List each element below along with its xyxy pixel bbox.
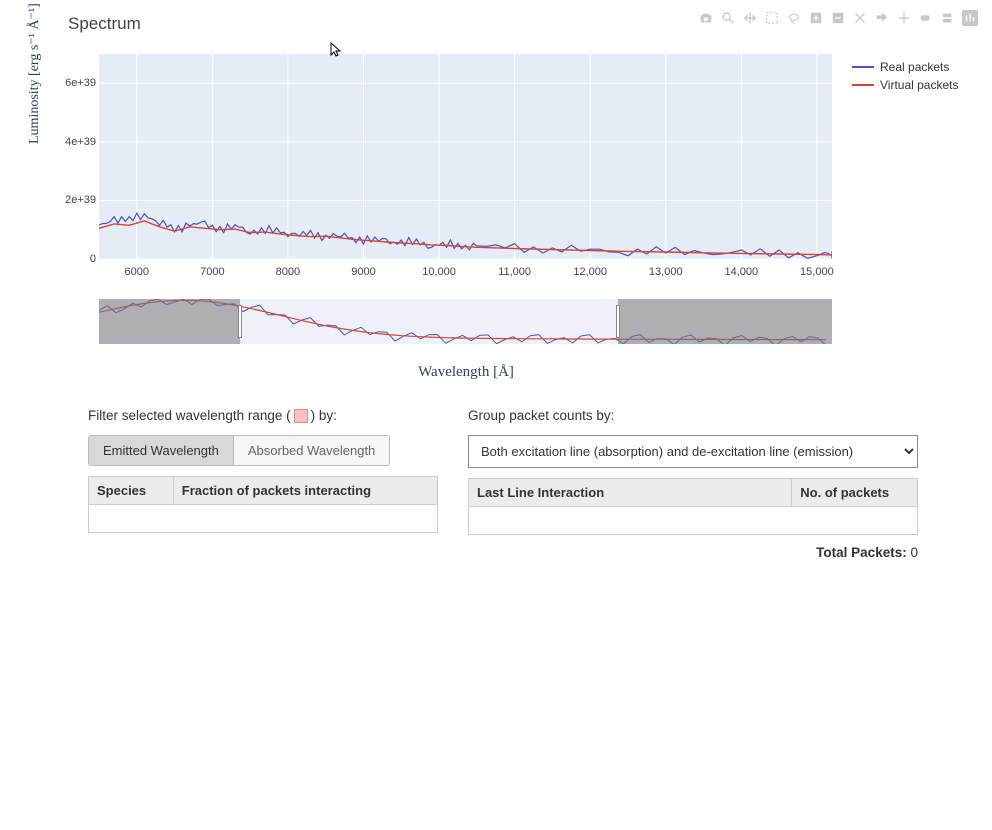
species-table: Species Fraction of packets interacting xyxy=(88,476,438,533)
controls-row: Filter selected wavelength range ( ) by:… xyxy=(88,408,918,560)
range-handle-right[interactable] xyxy=(616,305,620,338)
range-mask-left xyxy=(99,299,240,344)
group-by-select[interactable]: Both excitation line (absorption) and de… xyxy=(468,435,918,468)
plotly-logo-icon[interactable] xyxy=(962,10,978,26)
toggle-absorbed[interactable]: Absorbed Wavelength xyxy=(233,436,389,465)
legend-label-virtual: Virtual packets xyxy=(880,78,959,92)
legend-label-real: Real packets xyxy=(880,60,949,74)
species-col-header: Species xyxy=(89,477,174,505)
total-label: Total Packets: xyxy=(816,545,907,560)
x-tick-label: 13,000 xyxy=(649,266,683,278)
hover-closest-icon[interactable] xyxy=(918,10,934,26)
lasso-icon[interactable] xyxy=(786,10,802,26)
plot-area[interactable] xyxy=(99,54,832,259)
toggle-emitted[interactable]: Emitted Wavelength xyxy=(89,436,233,465)
range-handle-left[interactable] xyxy=(238,305,242,338)
y-tick-label: 0 xyxy=(60,253,96,265)
plot-toolbar xyxy=(698,10,978,26)
series-lines xyxy=(99,54,832,259)
x-tick-label: 10,000 xyxy=(422,266,456,278)
legend-swatch-real xyxy=(852,66,874,68)
pan-icon[interactable] xyxy=(742,10,758,26)
packets-empty-row xyxy=(469,507,918,535)
x-tick-label: 8000 xyxy=(276,266,300,278)
zoom-icon[interactable] xyxy=(720,10,736,26)
x-tick-label: 11,000 xyxy=(498,266,531,278)
spike-lines-icon[interactable] xyxy=(896,10,912,26)
y-axis-label: Luminosity [erg s⁻¹ Å⁻¹] xyxy=(26,3,43,144)
autoscale-icon[interactable] xyxy=(852,10,868,26)
x-tick-label: 9000 xyxy=(351,266,375,278)
last-line-col-header: Last Line Interaction xyxy=(469,479,792,507)
x-tick-label: 7000 xyxy=(200,266,224,278)
hover-compare-icon[interactable] xyxy=(940,10,956,26)
camera-icon[interactable] xyxy=(698,10,714,26)
x-tick-label: 14,000 xyxy=(724,266,758,278)
y-tick-label: 4e+39 xyxy=(60,136,96,148)
species-empty-row xyxy=(89,505,438,533)
zoom-out-icon[interactable] xyxy=(830,10,846,26)
y-tick-label: 2e+39 xyxy=(60,194,96,206)
group-label: Group packet counts by: xyxy=(468,408,918,423)
selection-color-swatch xyxy=(294,409,308,423)
filter-label-suffix: ) by: xyxy=(311,408,337,423)
range-slider[interactable] xyxy=(99,299,832,344)
fraction-col-header: Fraction of packets interacting xyxy=(173,477,437,505)
x-tick-label: 12,000 xyxy=(573,266,607,278)
total-value: 0 xyxy=(910,545,918,560)
legend: Real packets Virtual packets xyxy=(852,60,959,96)
legend-item-real[interactable]: Real packets xyxy=(852,60,959,74)
x-tick-label: 15,000 xyxy=(800,266,834,278)
x-axis-label: Wavelength [Å] xyxy=(0,364,932,381)
legend-item-virtual[interactable]: Virtual packets xyxy=(852,78,959,92)
filter-column: Filter selected wavelength range ( ) by:… xyxy=(88,408,438,560)
filter-label: Filter selected wavelength range ( ) by: xyxy=(88,408,438,423)
y-tick-label: 6e+39 xyxy=(60,77,96,89)
range-mask-right xyxy=(618,299,832,344)
zoom-in-icon[interactable] xyxy=(808,10,824,26)
reset-axes-icon[interactable] xyxy=(874,10,890,26)
x-tick-label: 6000 xyxy=(125,266,149,278)
filter-label-prefix: Filter selected wavelength range ( xyxy=(88,408,291,423)
box-select-icon[interactable] xyxy=(764,10,780,26)
packets-table: Last Line Interaction No. of packets xyxy=(468,478,918,535)
total-packets: Total Packets: 0 xyxy=(468,545,918,560)
group-column: Group packet counts by: Both excitation … xyxy=(468,408,918,560)
page-title: Spectrum xyxy=(68,14,141,34)
group-label-text: Group packet counts by: xyxy=(468,408,614,423)
num-packets-col-header: No. of packets xyxy=(792,479,918,507)
legend-swatch-virtual xyxy=(852,84,874,86)
wavelength-toggle: Emitted Wavelength Absorbed Wavelength xyxy=(88,435,390,466)
